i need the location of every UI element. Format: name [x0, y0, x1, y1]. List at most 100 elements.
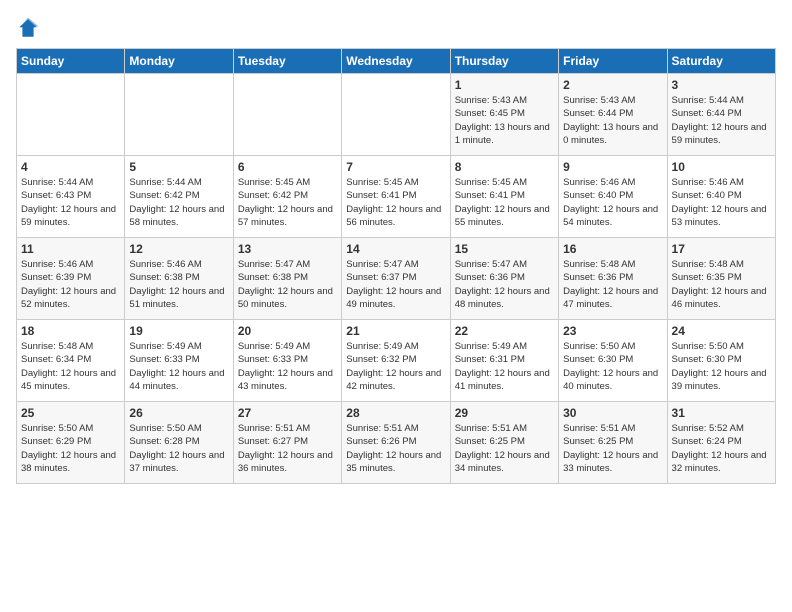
- day-info: Sunrise: 5:51 AM Sunset: 6:25 PM Dayligh…: [563, 422, 662, 475]
- calendar-cell: 16 Sunrise: 5:48 AM Sunset: 6:36 PM Dayli…: [559, 238, 667, 320]
- day-info: Sunrise: 5:49 AM Sunset: 6:33 PM Dayligh…: [129, 340, 228, 393]
- day-number: 23: [563, 324, 662, 338]
- day-info: Sunrise: 5:46 AM Sunset: 6:39 PM Dayligh…: [21, 258, 120, 311]
- day-number: 17: [672, 242, 771, 256]
- day-number: 13: [238, 242, 337, 256]
- calendar-cell: 1 Sunrise: 5:43 AM Sunset: 6:45 PM Daylig…: [450, 74, 558, 156]
- calendar-cell: 10Sunrise: 5:46 AM Sunset: 6:40 PM Dayli…: [667, 156, 775, 238]
- day-number: 31: [672, 406, 771, 420]
- day-number: 30: [563, 406, 662, 420]
- calendar-cell: 25 Sunrise: 5:50 AM Sunset: 6:29 PM Dayli…: [17, 402, 125, 484]
- calendar-cell: 8 Sunrise: 5:45 AM Sunset: 6:41 PM Daylig…: [450, 156, 558, 238]
- day-number: 10: [672, 160, 771, 174]
- calendar-cell: 28 Sunrise: 5:51 AM Sunset: 6:26 PM Dayli…: [342, 402, 450, 484]
- day-info: Sunrise: 5:45 AM Sunset: 6:41 PM Dayligh…: [455, 176, 554, 229]
- day-number: 21: [346, 324, 445, 338]
- day-info: Sunrise: 5:50 AM Sunset: 6:30 PM Dayligh…: [672, 340, 771, 393]
- day-info: Sunrise: 5:46 AM Sunset: 6:38 PM Dayligh…: [129, 258, 228, 311]
- calendar-cell: 21 Sunrise: 5:49 AM Sunset: 6:32 PM Dayli…: [342, 320, 450, 402]
- calendar-cell: 24 Sunrise: 5:50 AM Sunset: 6:30 PM Dayli…: [667, 320, 775, 402]
- calendar-cell: [125, 74, 233, 156]
- calendar-cell: 13 Sunrise: 5:47 AM Sunset: 6:38 PM Dayli…: [233, 238, 341, 320]
- calendar-cell: 29Sunrise: 5:51 AM Sunset: 6:25 PM Dayli…: [450, 402, 558, 484]
- day-number: 12: [129, 242, 228, 256]
- calendar-cell: 27 Sunrise: 5:51 AM Sunset: 6:27 PM Dayli…: [233, 402, 341, 484]
- day-number: 11: [21, 242, 120, 256]
- day-info: Sunrise: 5:52 AM Sunset: 6:24 PM Dayligh…: [672, 422, 771, 475]
- day-number: 3: [672, 78, 771, 92]
- day-number: 15: [455, 242, 554, 256]
- day-info: Sunrise: 5:49 AM Sunset: 6:33 PM Dayligh…: [238, 340, 337, 393]
- calendar-week-row: 18 Sunrise: 5:48 AM Sunset: 6:34 PM Dayli…: [17, 320, 776, 402]
- weekday-header-friday: Friday: [559, 49, 667, 74]
- day-number: 18: [21, 324, 120, 338]
- day-info: Sunrise: 5:43 AM Sunset: 6:45 PM Dayligh…: [455, 94, 554, 147]
- day-info: Sunrise: 5:44 AM Sunset: 6:44 PM Dayligh…: [672, 94, 771, 147]
- day-info: Sunrise: 5:51 AM Sunset: 6:26 PM Dayligh…: [346, 422, 445, 475]
- calendar-cell: 26Sunrise: 5:50 AM Sunset: 6:28 PM Dayli…: [125, 402, 233, 484]
- day-info: Sunrise: 5:47 AM Sunset: 6:37 PM Dayligh…: [346, 258, 445, 311]
- calendar-cell: 4Sunrise: 5:44 AM Sunset: 6:43 PM Daylig…: [17, 156, 125, 238]
- day-number: 9: [563, 160, 662, 174]
- page-header: [16, 16, 776, 40]
- day-info: Sunrise: 5:44 AM Sunset: 6:42 PM Dayligh…: [129, 176, 228, 229]
- calendar-cell: 2Sunrise: 5:43 AM Sunset: 6:44 PM Daylig…: [559, 74, 667, 156]
- weekday-header-monday: Monday: [125, 49, 233, 74]
- calendar-cell: 3 Sunrise: 5:44 AM Sunset: 6:44 PM Daylig…: [667, 74, 775, 156]
- day-number: 8: [455, 160, 554, 174]
- day-number: 28: [346, 406, 445, 420]
- day-number: 1: [455, 78, 554, 92]
- day-info: Sunrise: 5:44 AM Sunset: 6:43 PM Dayligh…: [21, 176, 120, 229]
- weekday-header-wednesday: Wednesday: [342, 49, 450, 74]
- weekday-header-saturday: Saturday: [667, 49, 775, 74]
- day-info: Sunrise: 5:47 AM Sunset: 6:36 PM Dayligh…: [455, 258, 554, 311]
- day-number: 16: [563, 242, 662, 256]
- weekday-header-sunday: Sunday: [17, 49, 125, 74]
- day-number: 20: [238, 324, 337, 338]
- calendar-cell: 23 Sunrise: 5:50 AM Sunset: 6:30 PM Dayli…: [559, 320, 667, 402]
- day-number: 22: [455, 324, 554, 338]
- weekday-header-row: SundayMondayTuesdayWednesdayThursdayFrid…: [17, 49, 776, 74]
- day-info: Sunrise: 5:46 AM Sunset: 6:40 PM Dayligh…: [563, 176, 662, 229]
- calendar-cell: 19 Sunrise: 5:49 AM Sunset: 6:33 PM Dayli…: [125, 320, 233, 402]
- weekday-header-thursday: Thursday: [450, 49, 558, 74]
- calendar-cell: 22 Sunrise: 5:49 AM Sunset: 6:31 PM Dayli…: [450, 320, 558, 402]
- day-info: Sunrise: 5:48 AM Sunset: 6:35 PM Dayligh…: [672, 258, 771, 311]
- calendar-cell: [233, 74, 341, 156]
- calendar-cell: 6Sunrise: 5:45 AM Sunset: 6:42 PM Daylig…: [233, 156, 341, 238]
- calendar-cell: 31 Sunrise: 5:52 AM Sunset: 6:24 PM Dayli…: [667, 402, 775, 484]
- day-info: Sunrise: 5:48 AM Sunset: 6:34 PM Dayligh…: [21, 340, 120, 393]
- day-info: Sunrise: 5:49 AM Sunset: 6:32 PM Dayligh…: [346, 340, 445, 393]
- calendar-week-row: 11 Sunrise: 5:46 AM Sunset: 6:39 PM Dayli…: [17, 238, 776, 320]
- calendar-cell: 30 Sunrise: 5:51 AM Sunset: 6:25 PM Dayli…: [559, 402, 667, 484]
- day-info: Sunrise: 5:51 AM Sunset: 6:27 PM Dayligh…: [238, 422, 337, 475]
- day-number: 2: [563, 78, 662, 92]
- logo: [16, 16, 44, 40]
- weekday-header-tuesday: Tuesday: [233, 49, 341, 74]
- day-info: Sunrise: 5:50 AM Sunset: 6:29 PM Dayligh…: [21, 422, 120, 475]
- day-info: Sunrise: 5:45 AM Sunset: 6:41 PM Dayligh…: [346, 176, 445, 229]
- day-info: Sunrise: 5:47 AM Sunset: 6:38 PM Dayligh…: [238, 258, 337, 311]
- calendar-cell: 15 Sunrise: 5:47 AM Sunset: 6:36 PM Dayli…: [450, 238, 558, 320]
- day-info: Sunrise: 5:49 AM Sunset: 6:31 PM Dayligh…: [455, 340, 554, 393]
- day-number: 24: [672, 324, 771, 338]
- calendar-cell: [17, 74, 125, 156]
- day-number: 26: [129, 406, 228, 420]
- calendar-cell: 5 Sunrise: 5:44 AM Sunset: 6:42 PM Daylig…: [125, 156, 233, 238]
- calendar-week-row: 25 Sunrise: 5:50 AM Sunset: 6:29 PM Dayli…: [17, 402, 776, 484]
- day-info: Sunrise: 5:45 AM Sunset: 6:42 PM Dayligh…: [238, 176, 337, 229]
- calendar-week-row: 4Sunrise: 5:44 AM Sunset: 6:43 PM Daylig…: [17, 156, 776, 238]
- day-info: Sunrise: 5:50 AM Sunset: 6:30 PM Dayligh…: [563, 340, 662, 393]
- calendar-cell: 9 Sunrise: 5:46 AM Sunset: 6:40 PM Daylig…: [559, 156, 667, 238]
- day-number: 19: [129, 324, 228, 338]
- calendar-cell: 12 Sunrise: 5:46 AM Sunset: 6:38 PM Dayli…: [125, 238, 233, 320]
- day-number: 5: [129, 160, 228, 174]
- day-info: Sunrise: 5:48 AM Sunset: 6:36 PM Dayligh…: [563, 258, 662, 311]
- day-info: Sunrise: 5:51 AM Sunset: 6:25 PM Dayligh…: [455, 422, 554, 475]
- day-number: 14: [346, 242, 445, 256]
- day-number: 25: [21, 406, 120, 420]
- day-number: 27: [238, 406, 337, 420]
- calendar-cell: 17 Sunrise: 5:48 AM Sunset: 6:35 PM Dayli…: [667, 238, 775, 320]
- day-number: 7: [346, 160, 445, 174]
- calendar-cell: 14 Sunrise: 5:47 AM Sunset: 6:37 PM Dayli…: [342, 238, 450, 320]
